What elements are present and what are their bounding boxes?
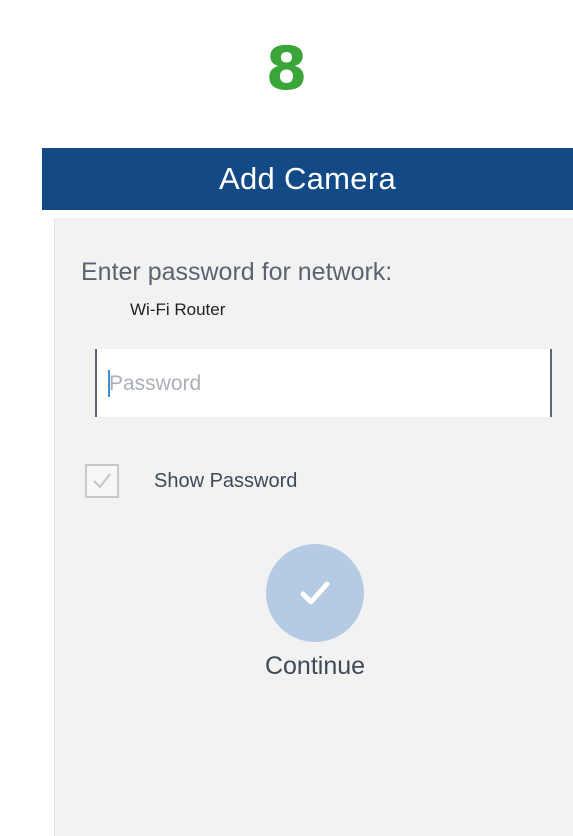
network-name: Wi-Fi Router xyxy=(130,300,226,319)
password-input[interactable] xyxy=(107,363,531,405)
text-caret xyxy=(108,370,110,397)
password-field[interactable] xyxy=(95,349,552,417)
network-password-prompt: Enter password for network: xyxy=(81,258,393,286)
checkmark-icon xyxy=(93,473,111,489)
continue-label[interactable]: Continue xyxy=(200,652,430,681)
header-bar: Add Camera xyxy=(42,148,573,210)
show-password-checkbox[interactable] xyxy=(85,464,119,498)
show-password-label[interactable]: Show Password xyxy=(154,470,297,493)
continue-button[interactable] xyxy=(266,544,364,642)
checkmark-icon xyxy=(300,581,330,605)
step-number: 8 xyxy=(265,34,308,104)
page-title: Add Camera xyxy=(218,161,397,196)
